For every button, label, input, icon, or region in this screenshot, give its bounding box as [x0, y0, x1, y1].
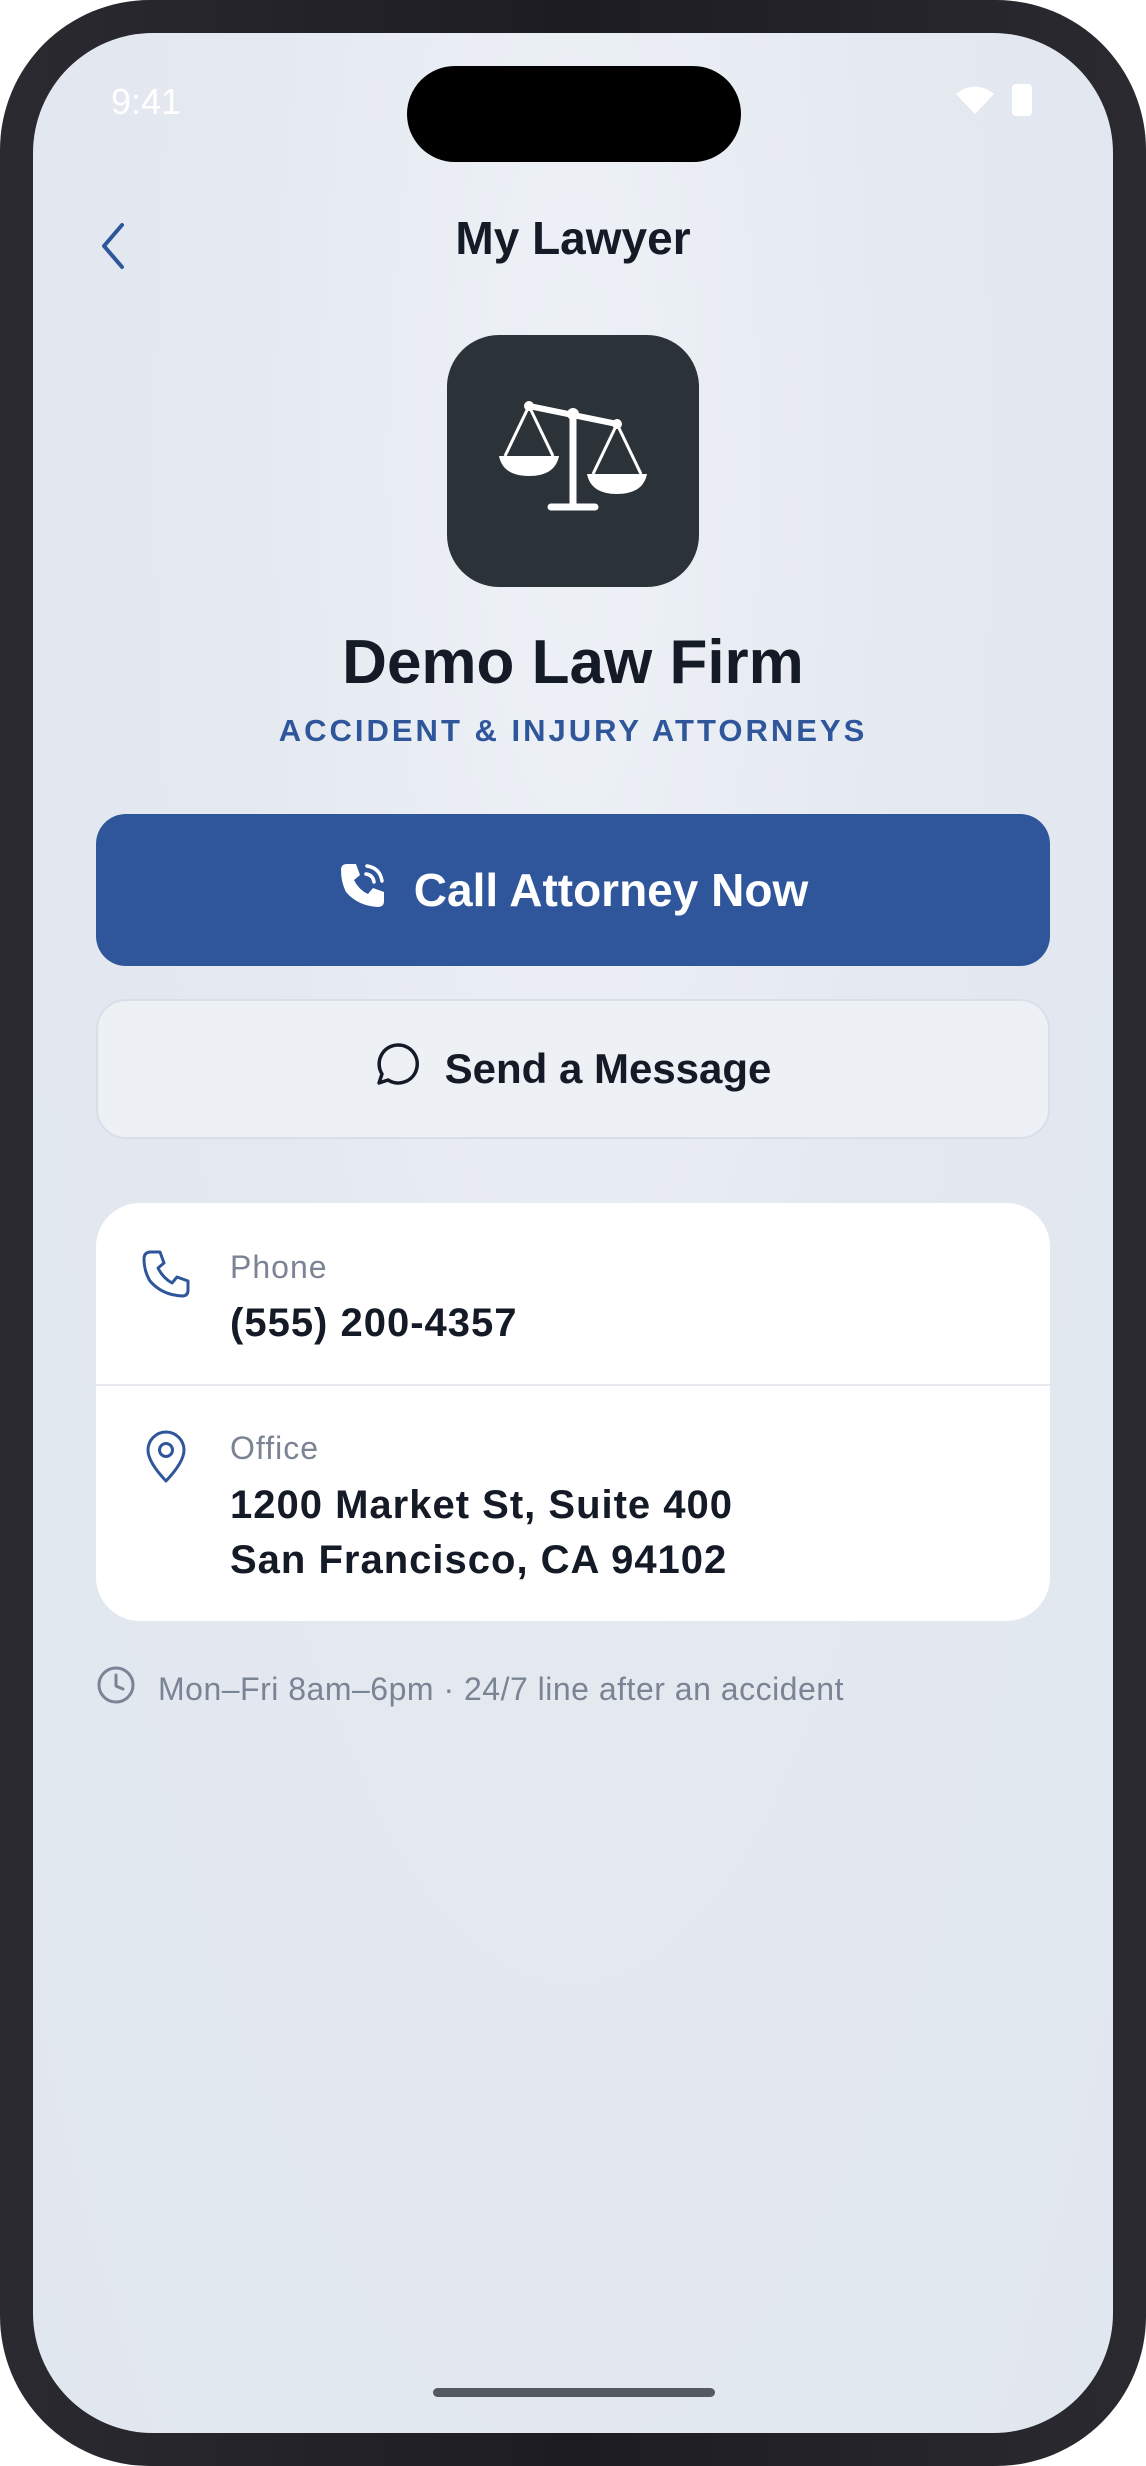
contact-row-office[interactable]: Office 1200 Market St, Suite 400 San Fra…: [96, 1386, 1050, 1621]
phone-ringing-icon: [338, 860, 388, 921]
home-indicator[interactable]: [433, 2388, 715, 2397]
office-address-line1: 1200 Market St, Suite 400: [230, 1483, 734, 1527]
firm-name: Demo Law Firm: [342, 628, 804, 697]
contact-row-phone[interactable]: Phone (555) 200-4357: [96, 1203, 1050, 1386]
phone-value: (555) 200-4357: [230, 1301, 518, 1345]
send-message-label: Send a Message: [444, 1045, 772, 1092]
clock-icon: [96, 1665, 136, 1713]
phone-label: Phone: [230, 1249, 328, 1285]
call-attorney-label: Call Attorney Now: [413, 864, 809, 916]
scales-of-justice-icon: [493, 394, 653, 529]
office-hours: Mon–Fri 8am–6pm · 24/7 line after an acc…: [96, 1665, 844, 1713]
map-pin-icon: [140, 1428, 192, 1484]
chat-bubble-icon: [375, 1041, 421, 1097]
dynamic-island: [407, 66, 741, 162]
status-icons: [955, 83, 1033, 122]
office-label: Office: [230, 1430, 319, 1466]
phone-frame: 9:41 My Lawyer Demo Law Firm ACCIDENT & …: [0, 0, 1146, 2466]
firm-tagline: ACCIDENT & INJURY ATTORNEYS: [278, 713, 868, 748]
page-title: My Lawyer: [455, 212, 691, 264]
status-time: 9:41: [111, 81, 182, 122]
send-message-button[interactable]: Send a Message: [96, 999, 1050, 1139]
call-attorney-button[interactable]: Call Attorney Now: [96, 814, 1050, 966]
battery-icon: [1011, 83, 1033, 122]
firm-logo: [447, 335, 699, 587]
phone-icon: [140, 1247, 192, 1303]
office-hours-text: Mon–Fri 8am–6pm · 24/7 line after an acc…: [158, 1670, 844, 1707]
contact-card: Phone (555) 200-4357 Office 1200 Market …: [96, 1203, 1050, 1621]
office-address-line2: San Francisco, CA 94102: [230, 1538, 728, 1582]
app-screen: 9:41 My Lawyer Demo Law Firm ACCIDENT & …: [33, 33, 1113, 2433]
wifi-icon: [955, 85, 995, 120]
